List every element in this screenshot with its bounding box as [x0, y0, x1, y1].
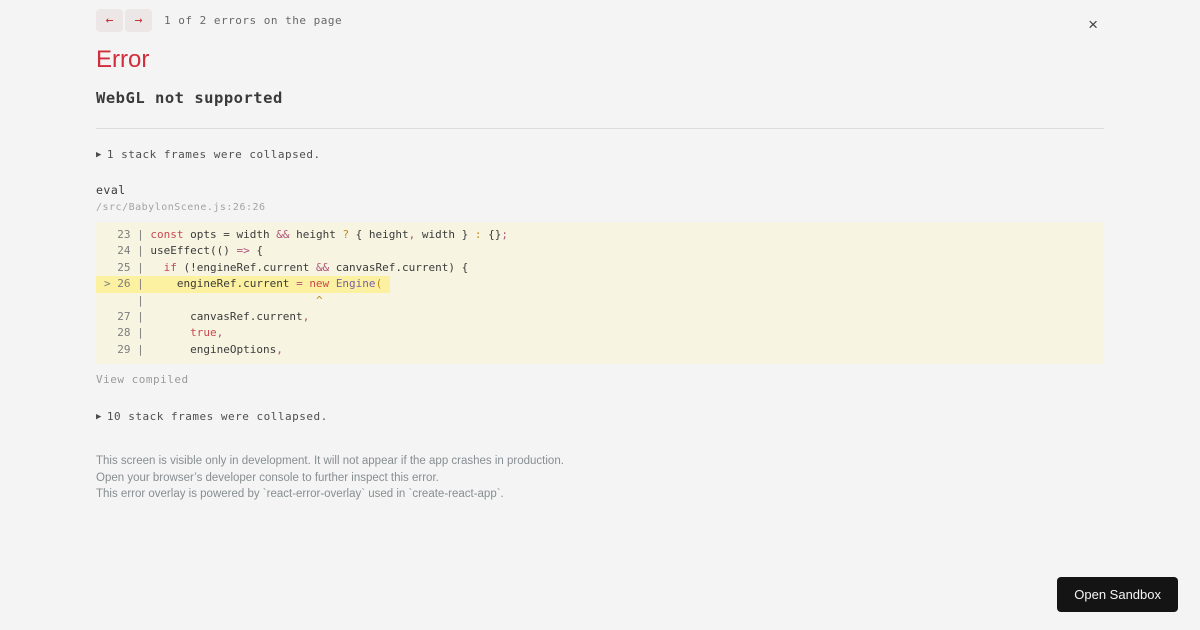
- stack-frame-location: /src/BabylonScene.js:26:26: [96, 202, 266, 213]
- stack-frame-function: eval: [96, 183, 126, 197]
- error-title: Error: [96, 46, 150, 73]
- dev-mode-footer: This screen is visible only in developme…: [96, 453, 1104, 502]
- arrow-right-icon: →: [134, 12, 143, 28]
- collapsed-frames-bottom-toggle[interactable]: ▶ 10 stack frames were collapsed.: [96, 410, 1104, 423]
- disclosure-triangle-icon: ▶: [96, 150, 102, 160]
- divider: [96, 128, 1104, 129]
- collapsed-frames-top-label: 1 stack frames were collapsed.: [106, 148, 321, 161]
- close-icon: ×: [1088, 15, 1098, 34]
- error-overlay: ← → 1 of 2 errors on the page × Error We…: [96, 0, 1104, 502]
- view-compiled-link[interactable]: View compiled: [96, 373, 1104, 386]
- code-line: 23 | const opts = width && height ? { he…: [104, 228, 509, 241]
- close-button[interactable]: ×: [1088, 16, 1098, 33]
- code-line: 27 | canvasRef.current,: [104, 310, 310, 324]
- previous-error-button[interactable]: ←: [96, 8, 123, 32]
- next-error-button[interactable]: →: [125, 8, 152, 32]
- code-line: 25 | if (!engineRef.current && canvasRef…: [104, 260, 469, 274]
- code-line: 24 | useEffect(() => {: [104, 244, 263, 258]
- collapsed-frames-top-toggle[interactable]: ▶ 1 stack frames were collapsed.: [96, 148, 1104, 161]
- code-line: 29 | engineOptions,: [104, 342, 283, 356]
- disclosure-triangle-icon: ▶: [96, 412, 102, 423]
- footer-note-line: This screen is visible only in developme…: [96, 455, 564, 468]
- open-sandbox-button[interactable]: Open Sandbox: [1057, 577, 1178, 612]
- code-line: 28 | true,: [104, 326, 224, 340]
- footer-note-line: This error overlay is powered by `react-…: [96, 488, 504, 501]
- error-counter: 1 of 2 errors on the page: [164, 13, 343, 27]
- collapsed-frames-bottom-label: 10 stack frames were collapsed.: [106, 410, 328, 424]
- code-frame: 23 | const opts = width && height ? { he…: [96, 222, 1104, 365]
- code-line: | ^: [104, 293, 323, 307]
- footer-note-line: Open your browser’s developer console to…: [96, 471, 439, 484]
- error-navigation-bar: ← → 1 of 2 errors on the page: [96, 8, 1104, 32]
- error-message: WebGL not supported: [96, 89, 283, 107]
- arrow-left-icon: ←: [105, 12, 114, 28]
- code-line-highlighted: > 26 | engineRef.current = new Engine(: [96, 276, 1104, 293]
